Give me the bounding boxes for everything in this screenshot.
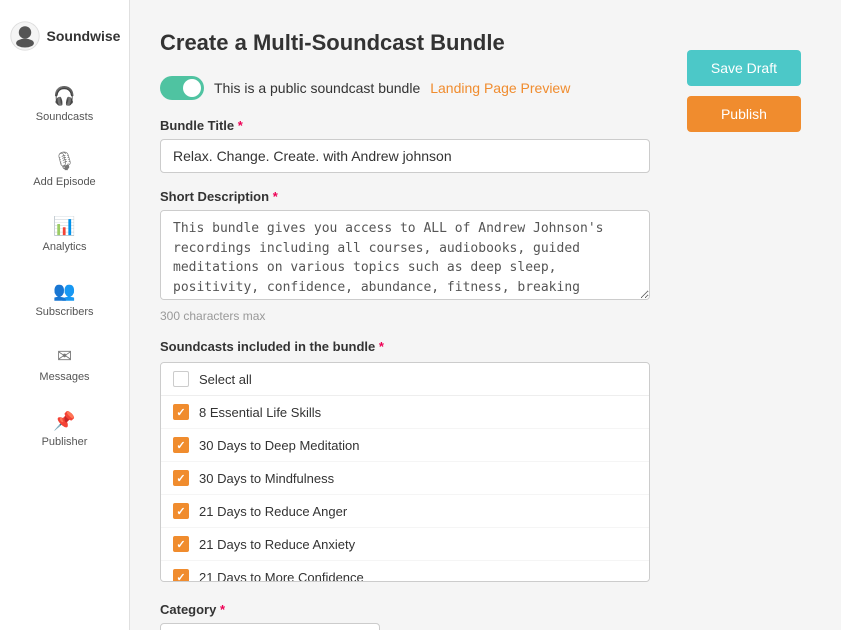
public-bundle-toggle[interactable] — [160, 76, 204, 100]
action-buttons: Save Draft Publish — [687, 50, 801, 132]
category-select[interactable]: Arts Business Comedy Education Health & … — [160, 623, 380, 630]
soundcast-label-3: 30 Days to Mindfulness — [199, 471, 334, 486]
list-item[interactable]: 21 Days to More Confidence — [161, 561, 649, 582]
soundcast-checkbox-5[interactable] — [173, 536, 189, 552]
soundcast-label-5: 21 Days to Reduce Anxiety — [199, 537, 355, 552]
required-marker-2: * — [269, 189, 278, 204]
select-all-checkbox[interactable] — [173, 371, 189, 387]
select-all-row[interactable]: Select all — [161, 363, 649, 396]
soundcasts-section: Soundcasts included in the bundle * Sele… — [160, 339, 801, 582]
sidebar-label-messages: Messages — [39, 371, 89, 383]
sidebar-label-add-episode: Add Episode — [33, 176, 95, 188]
people-icon: 👥 — [53, 281, 75, 302]
list-item[interactable]: 30 Days to Mindfulness — [161, 462, 649, 495]
toggle-label: This is a public soundcast bundle — [214, 80, 420, 96]
category-section: Category * Arts Business Comedy Educatio… — [160, 602, 801, 630]
mail-icon: ✉ — [57, 346, 72, 367]
soundcast-label-1: 8 Essential Life Skills — [199, 405, 321, 420]
publish-button[interactable]: Publish — [687, 96, 801, 132]
soundcast-checkbox-3[interactable] — [173, 470, 189, 486]
sidebar-item-soundcasts[interactable]: 🎧 Soundcasts — [0, 72, 129, 137]
soundcasts-list: Select all 8 Essential Life Skills 30 Da… — [160, 362, 650, 582]
sidebar-label-soundcasts: Soundcasts — [36, 111, 93, 123]
sidebar: Soundwise 🎧 Soundcasts 🎙 Add Episode 📊 A… — [0, 0, 130, 630]
required-marker: * — [234, 118, 243, 133]
publisher-icon: 📌 — [53, 411, 75, 432]
chart-icon: 📊 — [53, 216, 75, 237]
category-label: Category * — [160, 602, 801, 617]
sidebar-item-messages[interactable]: ✉ Messages — [0, 332, 129, 397]
save-draft-button[interactable]: Save Draft — [687, 50, 801, 86]
toggle-slider — [160, 76, 204, 100]
app-logo: Soundwise — [9, 10, 121, 72]
sidebar-item-analytics[interactable]: 📊 Analytics — [0, 202, 129, 267]
soundcast-checkbox-6[interactable] — [173, 569, 189, 582]
list-item[interactable]: 8 Essential Life Skills — [161, 396, 649, 429]
list-item[interactable]: 30 Days to Deep Meditation — [161, 429, 649, 462]
app-name: Soundwise — [47, 28, 121, 44]
short-description-label: Short Description * — [160, 189, 801, 204]
soundcast-label-2: 30 Days to Deep Meditation — [199, 438, 359, 453]
soundcast-checkbox-2[interactable] — [173, 437, 189, 453]
logo-icon — [9, 20, 41, 52]
select-all-label: Select all — [199, 372, 252, 387]
main-content: Create a Multi-Soundcast Bundle This is … — [130, 0, 841, 630]
bundle-title-input[interactable] — [160, 139, 650, 173]
sidebar-item-publisher[interactable]: 📌 Publisher — [0, 397, 129, 462]
sidebar-nav: 🎧 Soundcasts 🎙 Add Episode 📊 Analytics 👥… — [0, 72, 129, 462]
soundcast-checkbox-1[interactable] — [173, 404, 189, 420]
required-marker-4: * — [216, 602, 225, 617]
landing-page-preview-link[interactable]: Landing Page Preview — [430, 80, 570, 96]
sidebar-label-analytics: Analytics — [42, 241, 86, 253]
sidebar-label-subscribers: Subscribers — [35, 306, 93, 318]
sidebar-label-publisher: Publisher — [42, 436, 88, 448]
soundcast-label-4: 21 Days to Reduce Anger — [199, 504, 347, 519]
sidebar-item-subscribers[interactable]: 👥 Subscribers — [0, 267, 129, 332]
headphones-icon: 🎧 — [53, 86, 75, 107]
required-marker-3: * — [375, 339, 384, 354]
soundcasts-label: Soundcasts included in the bundle * — [160, 339, 801, 354]
soundcast-checkbox-4[interactable] — [173, 503, 189, 519]
sidebar-item-add-episode[interactable]: 🎙 Add Episode — [0, 137, 129, 202]
short-description-group: Short Description * This bundle gives yo… — [160, 189, 801, 323]
list-item[interactable]: 21 Days to Reduce Anxiety — [161, 528, 649, 561]
char-limit: 300 characters max — [160, 309, 801, 323]
short-description-textarea[interactable]: This bundle gives you access to ALL of A… — [160, 210, 650, 300]
soundcast-label-6: 21 Days to More Confidence — [199, 570, 364, 583]
mic-icon: 🎙 — [53, 151, 76, 172]
list-item[interactable]: 21 Days to Reduce Anger — [161, 495, 649, 528]
